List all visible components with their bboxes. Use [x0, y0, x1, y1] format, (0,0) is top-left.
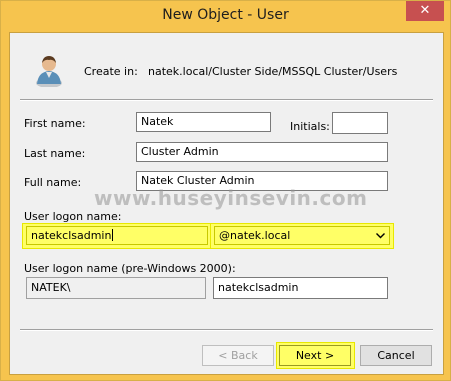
- logon-name-label: User logon name:: [24, 210, 122, 223]
- close-icon: ✕: [419, 3, 431, 18]
- domain-select[interactable]: @natek.local: [214, 226, 390, 245]
- pre2000-logon-field[interactable]: natekclsadmin: [213, 277, 388, 299]
- logon-name-field[interactable]: natekclsadmin: [26, 226, 208, 245]
- dialog-window: New Object - User ✕ Create in: natek.loc…: [0, 0, 451, 381]
- separator: [20, 329, 433, 331]
- first-name-label: First name:: [24, 117, 86, 130]
- watermark-text: www.huseyinsevin.com: [94, 186, 368, 210]
- user-icon: [36, 56, 62, 87]
- domain-select-value: @natek.local: [219, 229, 291, 242]
- back-button[interactable]: < Back: [202, 345, 274, 366]
- pre2000-label: User logon name (pre-Windows 2000):: [24, 262, 236, 275]
- separator: [20, 99, 433, 101]
- cancel-button[interactable]: Cancel: [360, 345, 432, 366]
- close-button[interactable]: ✕: [406, 1, 444, 21]
- create-in-label: Create in:: [84, 65, 138, 78]
- title-bar[interactable]: New Object - User ✕: [1, 1, 450, 32]
- pre2000-domain-field: NATEK\: [26, 277, 206, 299]
- logon-name-value: natekclsadmin: [31, 229, 112, 242]
- chevron-down-icon: [376, 233, 385, 239]
- first-name-field[interactable]: Natek: [136, 112, 271, 132]
- initials-label: Initials:: [290, 120, 330, 133]
- window-title: New Object - User: [162, 7, 289, 23]
- last-name-label: Last name:: [24, 147, 86, 160]
- full-name-label: Full name:: [24, 176, 82, 189]
- initials-field[interactable]: [332, 112, 388, 134]
- text-cursor: [112, 229, 114, 241]
- dialog-content: Create in: natek.local/Cluster Side/MSSQ…: [9, 32, 444, 375]
- create-in-path: natek.local/Cluster Side/MSSQL Cluster/U…: [148, 65, 398, 78]
- next-button[interactable]: Next >: [279, 345, 351, 366]
- last-name-field[interactable]: Cluster Admin: [136, 142, 388, 162]
